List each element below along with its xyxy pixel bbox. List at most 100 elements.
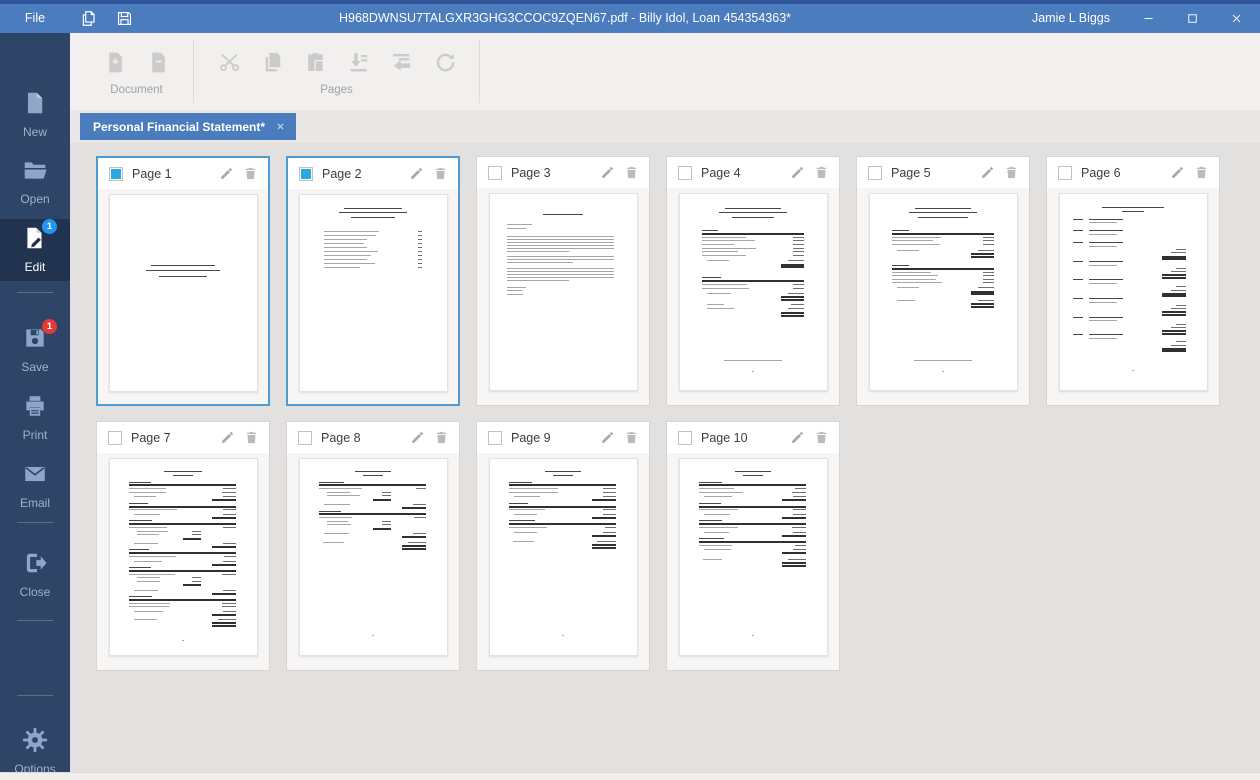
thumbnail-line	[792, 284, 805, 286]
edit-page-button[interactable]	[980, 165, 995, 180]
page-select-checkbox[interactable]	[678, 430, 692, 445]
page-thumbnail[interactable]	[488, 193, 638, 391]
page-card-8[interactable]: Page 8	[286, 421, 460, 671]
thumbnail-line	[507, 245, 615, 247]
edit-page-button[interactable]	[600, 430, 615, 445]
sidebar-item-new[interactable]: New	[0, 90, 70, 139]
thumbnail-line	[508, 505, 616, 508]
page-card-6[interactable]: Page 6	[1046, 156, 1220, 406]
sidebar-label-close: Close	[19, 585, 51, 599]
page-thumbnail[interactable]	[868, 193, 1018, 391]
page-card-2[interactable]: Page 2	[286, 156, 460, 406]
thumbnail-line	[146, 270, 220, 272]
paste-pages-button[interactable]	[298, 43, 332, 81]
page-card-9[interactable]: Page 9	[476, 421, 650, 671]
page-select-checkbox[interactable]	[108, 430, 122, 445]
document-tab[interactable]: Personal Financial Statement*	[80, 113, 297, 140]
pencil-icon	[1170, 165, 1185, 180]
page-select-checkbox[interactable]	[678, 165, 692, 180]
edit-page-button[interactable]	[790, 430, 805, 445]
rotate-pages-button[interactable]	[427, 43, 461, 81]
thumbnail-line	[128, 556, 177, 558]
thumbnail-line	[780, 298, 805, 301]
insert-pages-button[interactable]	[341, 43, 375, 81]
page-select-checkbox[interactable]	[868, 165, 882, 180]
edit-page-button[interactable]	[410, 430, 425, 445]
page-select-checkbox[interactable]	[299, 166, 313, 181]
thumbnail-line	[701, 240, 755, 242]
page-card-7[interactable]: Page 7	[96, 421, 270, 671]
tab-close-icon[interactable]	[276, 122, 285, 131]
page-thumbnail[interactable]	[108, 194, 258, 392]
thumbnail-line	[704, 514, 730, 516]
delete-page-button[interactable]	[624, 165, 639, 180]
thumbnail-line	[408, 542, 426, 544]
toolbar-separator	[479, 40, 480, 103]
thumbnail-line	[417, 243, 422, 245]
page-thumbnail[interactable]	[298, 194, 448, 392]
close-button[interactable]	[1214, 4, 1258, 33]
edit-page-button[interactable]	[1170, 165, 1185, 180]
delete-page-button[interactable]	[244, 430, 259, 445]
pencil-icon	[219, 166, 234, 181]
sidebar-item-email[interactable]: Email	[0, 461, 70, 510]
page-select-checkbox[interactable]	[1058, 165, 1072, 180]
page-select-checkbox[interactable]	[488, 430, 502, 445]
sidebar-item-save[interactable]: 1 Save	[0, 319, 70, 374]
page-thumbnail[interactable]	[298, 458, 448, 656]
cut-pages-button[interactable]	[212, 43, 246, 81]
delete-page-button[interactable]	[814, 430, 829, 445]
page-card-label: Page 10	[701, 430, 748, 445]
print-icon-wrap	[22, 393, 48, 419]
thumbnail-line	[1131, 370, 1135, 372]
page-thumbnail[interactable]	[108, 458, 258, 656]
extract-pages-button[interactable]	[384, 43, 418, 81]
thumbnail-line	[1072, 218, 1083, 220]
delete-page-button[interactable]	[624, 430, 639, 445]
copy-pages-button[interactable]	[255, 43, 289, 81]
minimize-button[interactable]	[1126, 4, 1170, 33]
sidebar-item-options[interactable]: Options	[0, 727, 70, 776]
thumbnail-line	[327, 524, 351, 526]
maximize-button[interactable]	[1170, 4, 1214, 33]
page-card-10[interactable]: Page 10	[666, 421, 840, 671]
delete-page-button[interactable]	[814, 165, 829, 180]
edit-page-button[interactable]	[219, 166, 234, 181]
sidebar-item-close[interactable]: Close	[0, 550, 70, 599]
thumbnail-line	[603, 491, 616, 493]
sidebar-item-open[interactable]: Open	[0, 157, 70, 206]
page-thumbnail[interactable]	[678, 458, 828, 656]
sidebar-item-print[interactable]: Print	[0, 393, 70, 442]
remove-document-button[interactable]	[141, 43, 175, 81]
edit-page-button[interactable]	[790, 165, 805, 180]
thumbnail-line	[417, 255, 422, 257]
page-card-5[interactable]: Page 5	[856, 156, 1030, 406]
page-thumbnail[interactable]	[678, 193, 828, 391]
thumbnail-line	[1088, 264, 1117, 266]
sidebar-item-edit[interactable]: 1 Edit	[0, 219, 70, 281]
page-card-1[interactable]: Page 1	[96, 156, 270, 406]
edit-page-button[interactable]	[409, 166, 424, 181]
thumbnail-line	[782, 499, 806, 502]
page-select-checkbox[interactable]	[298, 430, 312, 445]
page-select-checkbox[interactable]	[488, 165, 502, 180]
delete-page-button[interactable]	[1004, 165, 1019, 180]
page-card-label: Page 9	[511, 430, 551, 445]
delete-page-button[interactable]	[433, 166, 448, 181]
trash-icon	[434, 430, 449, 445]
page-card-3[interactable]: Page 3	[476, 156, 650, 406]
delete-page-button[interactable]	[1194, 165, 1209, 180]
edit-page-button[interactable]	[600, 165, 615, 180]
page-select-checkbox[interactable]	[109, 166, 123, 181]
edit-page-button[interactable]	[220, 430, 235, 445]
thumbnail-line	[150, 264, 216, 266]
tab-bar: Personal Financial Statement*	[70, 110, 1260, 143]
thumbnail-line	[222, 527, 236, 528]
page-thumbnail[interactable]	[1058, 193, 1208, 391]
delete-page-button[interactable]	[243, 166, 258, 181]
page-thumbnail[interactable]	[488, 458, 638, 656]
thumbnail-line	[725, 207, 781, 209]
delete-page-button[interactable]	[434, 430, 449, 445]
page-card-4[interactable]: Page 4	[666, 156, 840, 406]
add-document-button[interactable]	[98, 43, 132, 81]
